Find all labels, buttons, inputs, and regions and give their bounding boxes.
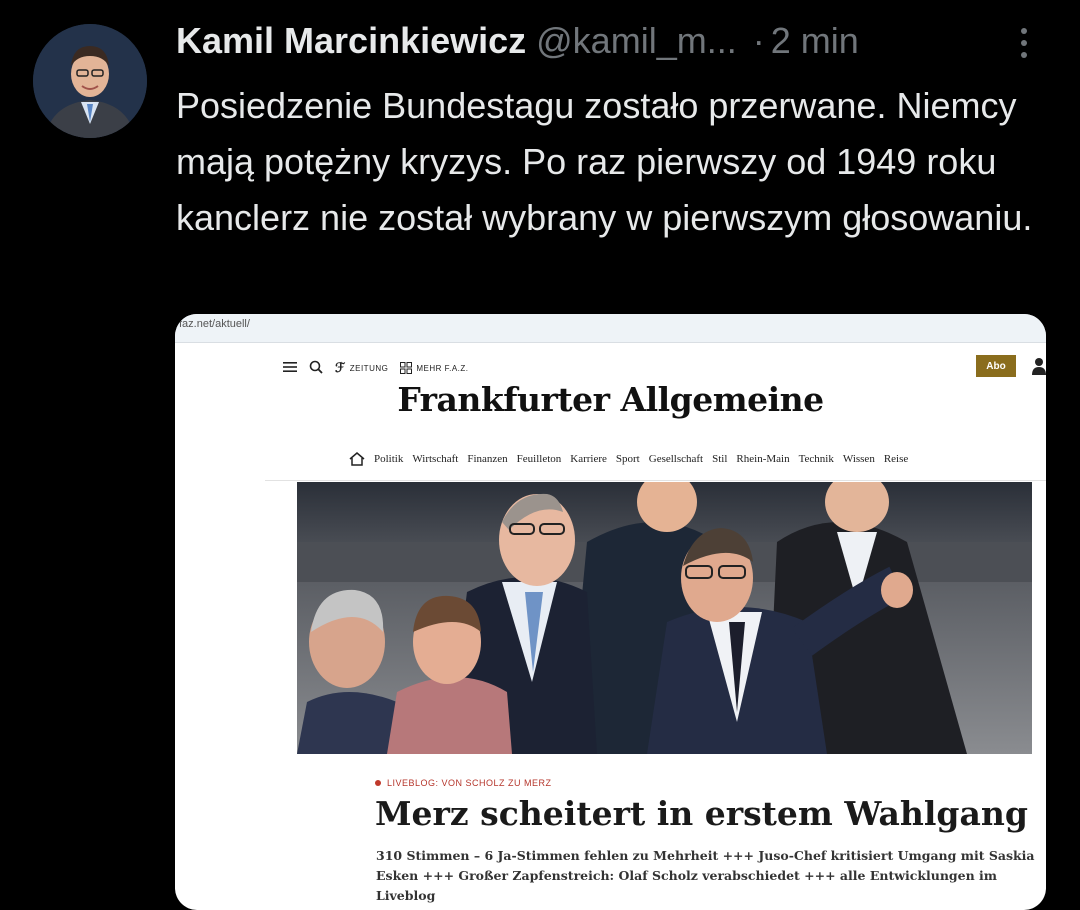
abo-button: Abo — [976, 355, 1016, 377]
tweet-header: Kamil Marcinkiewicz @kamil_m... · 2 min — [176, 20, 1056, 72]
zeitung-label: ZEITUNG — [349, 363, 389, 373]
article-photo — [297, 482, 1032, 754]
live-dot-icon — [375, 780, 381, 786]
section-item: Feuilleton — [516, 453, 562, 465]
section-item: Sport — [615, 453, 640, 465]
mehr-link: MEHR F.A.Z. — [400, 362, 468, 374]
author-handle[interactable]: @kamil_m... — [536, 20, 737, 61]
section-item: Gesellschaft — [648, 453, 704, 465]
avatar[interactable] — [33, 24, 147, 138]
article-headline: Merz scheitert in erstem Wahlgang — [375, 794, 1028, 833]
section-item: Reise — [883, 453, 909, 465]
browser-url-bar: faz.net/aktuell/ — [175, 314, 1046, 343]
faz-masthead: Frankfurter Allgemeine — [397, 380, 824, 419]
section-item: Wissen — [842, 453, 875, 465]
section-item: Wirtschaft — [412, 453, 459, 465]
search-icon — [309, 360, 323, 376]
home-icon — [349, 452, 365, 466]
grid-icon — [400, 362, 413, 374]
user-icon — [1032, 358, 1046, 375]
more-vertical-icon[interactable] — [1011, 28, 1037, 68]
section-item: Rhein-Main — [736, 453, 790, 465]
section-item: Karriere — [570, 453, 607, 465]
url-text: faz.net/aktuell/ — [179, 318, 250, 330]
mehr-label: MEHR F.A.Z. — [416, 363, 469, 373]
tweet-text: Posiedzenie Bundestagu zostało przerwane… — [176, 85, 1033, 238]
article-teaser: 310 Stimmen – 6 Ja-Stimmen fehlen zu Meh… — [376, 848, 1035, 903]
section-nav: Politik Wirtschaft Finanzen Feuilleton Karri… — [349, 452, 908, 466]
section-item: Stil — [712, 453, 728, 465]
section-item: Finanzen — [467, 453, 508, 465]
timestamp[interactable]: 2 min — [771, 20, 859, 61]
faz-top-nav: ℱ ZEITUNG MEHR F.A.Z. — [283, 358, 469, 378]
divider — [265, 480, 1046, 481]
tweet-media-image[interactable]: faz.net/aktuell/ ℱ ZEITUNG MEHR F.A.Z. A… — [175, 314, 1046, 910]
article-kicker: LIVEBLOG: VON SCHOLZ ZU MERZ — [375, 778, 552, 788]
kicker-label: LIVEBLOG: VON SCHOLZ ZU MERZ — [387, 778, 552, 788]
section-item: Politik — [374, 453, 404, 465]
zeitung-link: ℱ ZEITUNG — [335, 361, 388, 376]
faz-logo-icon: ℱ — [335, 360, 346, 376]
separator-dot: · — [752, 20, 765, 61]
author-name[interactable]: Kamil Marcinkiewicz — [176, 20, 526, 61]
section-item: Technik — [798, 453, 834, 465]
hamburger-menu-icon — [283, 361, 297, 375]
avatar-portrait — [33, 24, 147, 138]
